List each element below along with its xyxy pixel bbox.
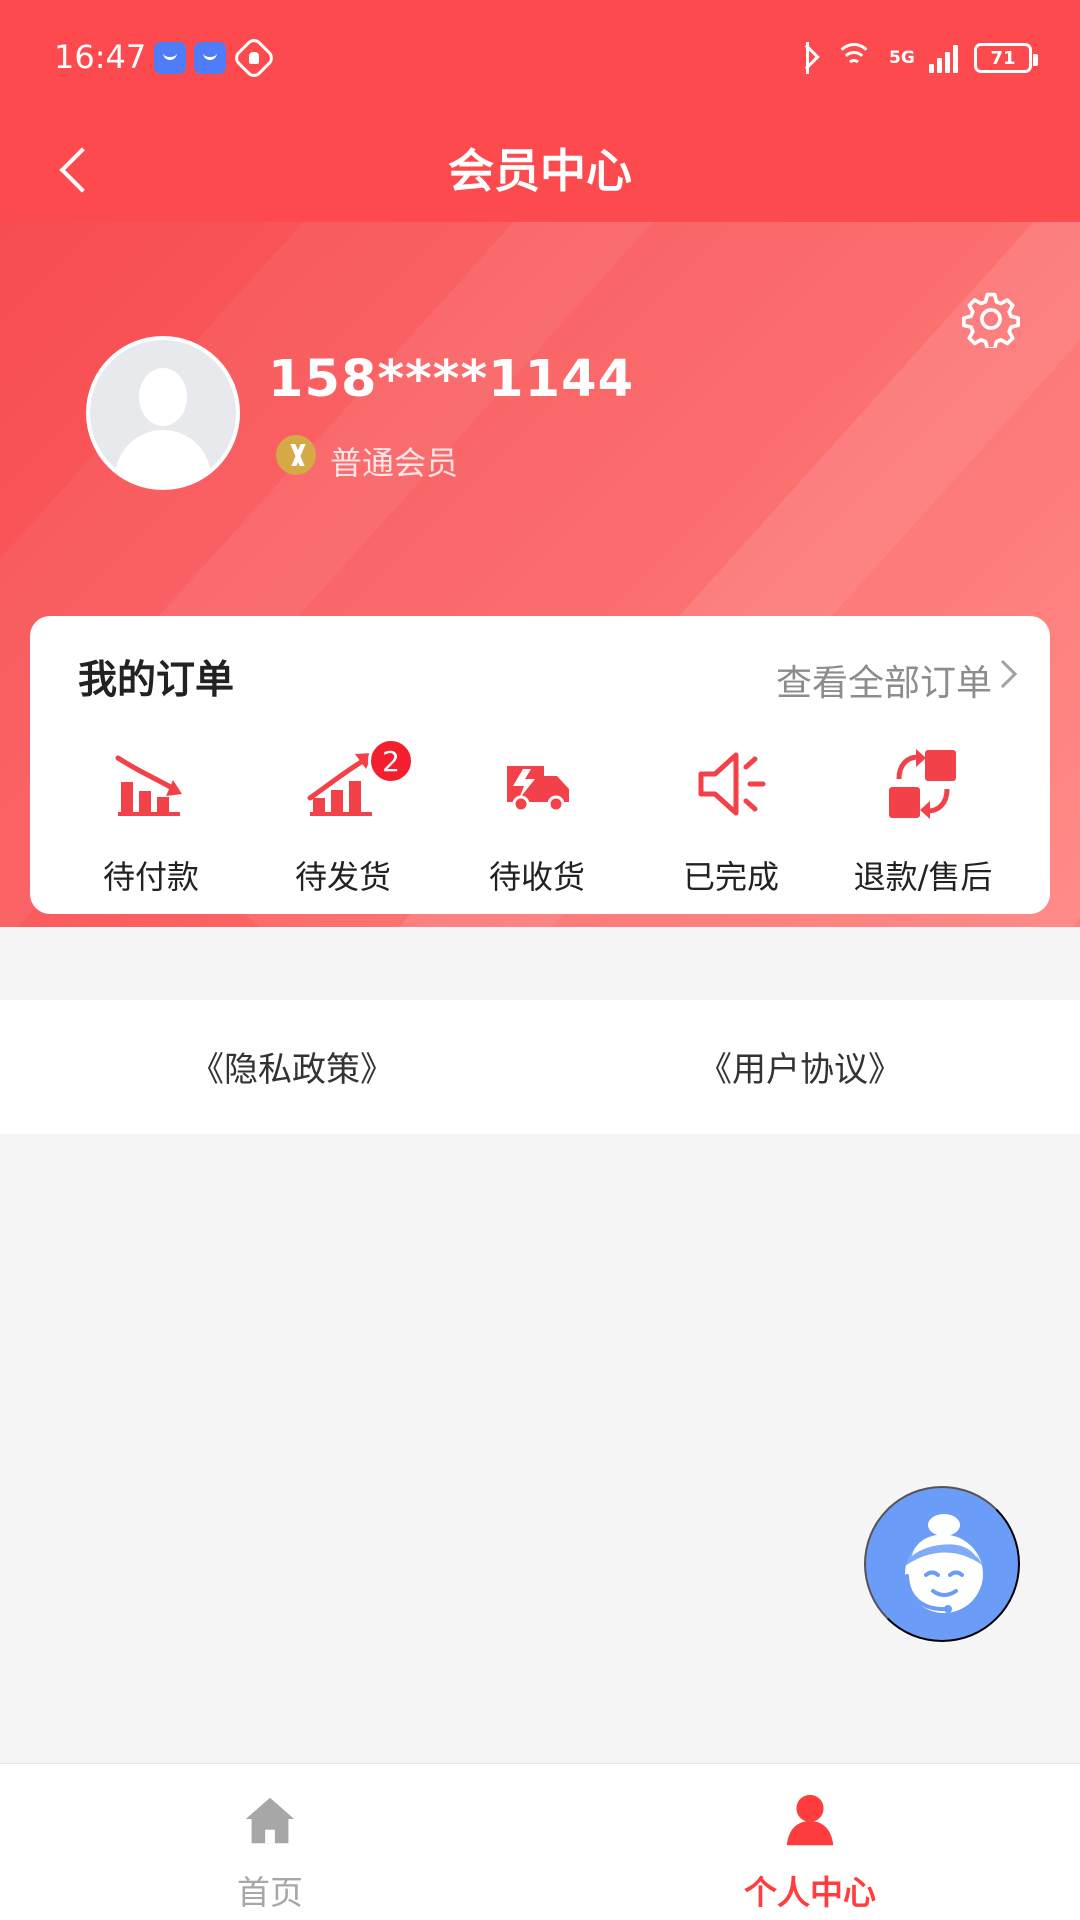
status-time: 16:47 xyxy=(54,38,147,76)
page-title: 会员中心 xyxy=(448,144,632,198)
bluetooth-icon xyxy=(795,41,819,75)
baidu-app-icon xyxy=(154,42,186,74)
wifi-icon xyxy=(835,43,873,73)
navigation-bar: 会员中心 xyxy=(0,120,1080,222)
member-level: 普通会员 xyxy=(330,444,459,482)
tab-label: 个人中心 xyxy=(744,1873,876,1912)
chevron-right-icon xyxy=(988,659,1018,689)
tab-home[interactable]: 首页 xyxy=(150,1789,390,1912)
status-icons: 5G 71 xyxy=(795,38,1038,78)
user-agreement-link[interactable]: 《用户协议》 xyxy=(698,1042,902,1091)
network-type-label: 5G xyxy=(889,48,915,68)
order-item-pending-payment[interactable]: 待付款 xyxy=(66,746,236,906)
delivery-truck-icon xyxy=(507,766,569,813)
view-all-orders-link[interactable]: 查看全部订单 xyxy=(776,654,992,706)
vip-letter-icon xyxy=(285,443,307,467)
orders-title: 我的订单 xyxy=(78,658,235,703)
gear-icon[interactable] xyxy=(962,290,1020,348)
masked-phone-number: 158****1144 xyxy=(268,350,635,409)
bottom-navigation: 首页 个人中心 xyxy=(0,1763,1080,1920)
user-silhouette-icon xyxy=(115,430,211,486)
user-silhouette-icon xyxy=(139,368,187,426)
baidu-app-icon xyxy=(194,42,226,74)
home-icon xyxy=(245,1797,295,1844)
status-bar: 16:47 5G 71 xyxy=(0,0,1080,120)
avatar[interactable] xyxy=(86,336,240,490)
agreement-links: 《隐私政策》 《用户协议》 xyxy=(0,1000,1080,1134)
privacy-policy-link[interactable]: 《隐私政策》 xyxy=(190,1042,394,1091)
customer-service-icon xyxy=(905,1514,983,1613)
order-item-refund-after-sales[interactable]: 退款/售后 xyxy=(838,746,1008,906)
hand-icon xyxy=(231,35,277,81)
customer-service-button[interactable] xyxy=(864,1486,1020,1642)
battery-icon: 71 xyxy=(974,43,1038,73)
order-label: 待发货 xyxy=(294,858,391,896)
signal-icon xyxy=(929,43,958,73)
order-item-completed[interactable]: 已完成 xyxy=(646,746,816,906)
tab-label: 首页 xyxy=(237,1873,303,1912)
order-label: 退款/售后 xyxy=(853,858,993,896)
speaker-icon xyxy=(698,752,766,816)
falling-chart-icon xyxy=(115,755,182,816)
order-label: 已完成 xyxy=(682,858,779,896)
order-label: 待收货 xyxy=(488,858,585,896)
order-item-pending-receipt[interactable]: 待收货 xyxy=(452,746,622,906)
vip-badge-icon xyxy=(276,435,316,475)
notification-badge: 2 xyxy=(368,738,414,784)
tab-profile[interactable]: 个人中心 xyxy=(690,1789,930,1912)
refund-swap-icon xyxy=(889,749,956,819)
order-label: 待付款 xyxy=(102,858,199,896)
my-orders-card: 我的订单 查看全部订单 待付款 待发货 2 待收货 已完成 退款/售后 xyxy=(30,616,1050,914)
person-icon xyxy=(786,1794,834,1846)
